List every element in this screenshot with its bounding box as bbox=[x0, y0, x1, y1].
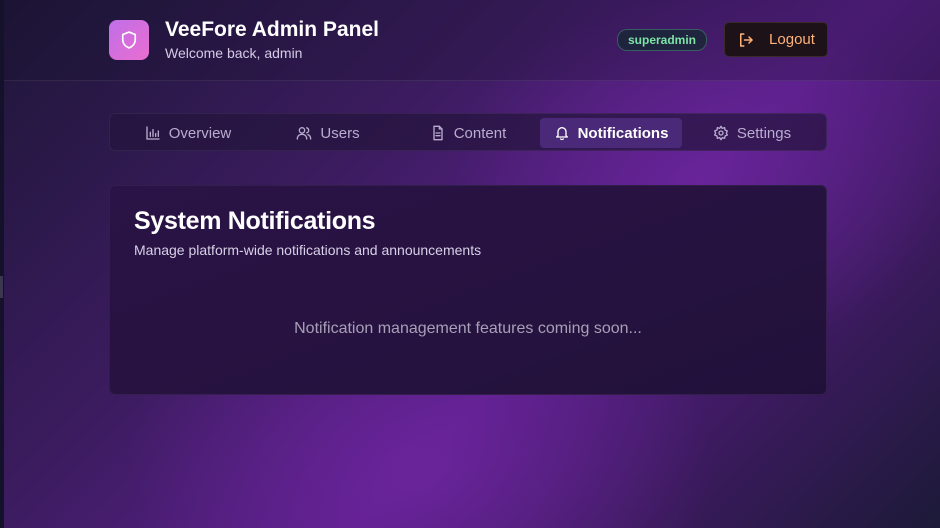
tab-content[interactable]: Content bbox=[398, 118, 538, 148]
tab-settings[interactable]: Settings bbox=[682, 118, 822, 148]
tab-label: Content bbox=[453, 124, 507, 142]
logout-button[interactable]: Logout bbox=[724, 22, 828, 57]
bar-chart-icon bbox=[145, 125, 161, 141]
gear-icon bbox=[713, 125, 729, 141]
tab-overview[interactable]: Overview bbox=[118, 118, 258, 148]
app-title: VeeFore Admin Panel bbox=[165, 18, 379, 41]
card-title: System Notifications bbox=[134, 207, 376, 235]
document-icon bbox=[430, 125, 446, 141]
logo bbox=[109, 20, 149, 60]
notifications-card: System Notifications Manage platform-wid… bbox=[109, 185, 827, 395]
scroll-nub bbox=[0, 276, 3, 298]
card-subtitle: Manage platform-wide notifications and a… bbox=[134, 242, 482, 258]
logout-icon bbox=[737, 31, 755, 49]
welcome-text: Welcome back, admin bbox=[165, 45, 303, 61]
tab-label: Notifications bbox=[577, 124, 669, 142]
tab-notifications[interactable]: Notifications bbox=[540, 118, 682, 148]
tab-label: Overview bbox=[168, 124, 232, 142]
top-header: VeeFore Admin Panel Welcome back, admin … bbox=[4, 0, 940, 81]
bell-icon bbox=[554, 125, 570, 141]
tab-bar: Overview Users Content Notifications Set… bbox=[109, 113, 827, 151]
users-icon bbox=[296, 125, 312, 141]
placeholder-message: Notification management features coming … bbox=[294, 320, 642, 337]
tab-label: Users bbox=[320, 124, 360, 142]
tab-users[interactable]: Users bbox=[258, 118, 398, 148]
tab-label: Settings bbox=[736, 124, 792, 142]
shield-icon bbox=[119, 30, 139, 50]
role-badge: superadmin bbox=[617, 29, 708, 51]
logout-label: Logout bbox=[769, 31, 815, 48]
